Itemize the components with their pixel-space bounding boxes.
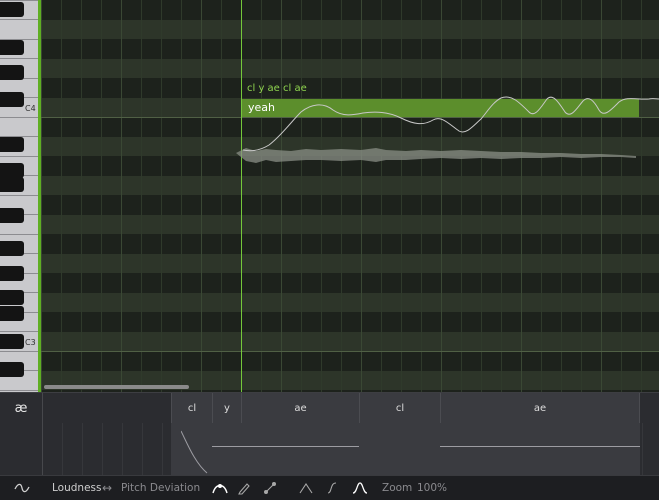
black-key[interactable] (0, 163, 24, 178)
phoneme-cell[interactable]: cl (171, 393, 212, 423)
lane-gridline (142, 423, 143, 476)
phoneme-cell[interactable]: ae (241, 393, 359, 423)
phoneme-duration-line (212, 446, 359, 447)
white-key-divider (0, 331, 38, 332)
black-key[interactable] (0, 40, 24, 55)
curve-wave-icon[interactable] (14, 476, 30, 500)
key-label-c4: C4 (25, 104, 36, 113)
black-key[interactable] (0, 92, 24, 107)
black-key[interactable] (0, 137, 24, 152)
phoneme-cell[interactable]: cl (359, 393, 440, 423)
pencil-tool-icon[interactable] (237, 476, 251, 500)
black-key[interactable] (0, 177, 24, 192)
phoneme-duration-line (440, 446, 640, 447)
white-key-divider (0, 0, 38, 1)
black-key[interactable] (0, 334, 24, 349)
lane-gridline (102, 423, 103, 476)
black-key[interactable] (0, 208, 24, 223)
pitch-and-waveform-overlay (236, 96, 659, 163)
white-key-divider (0, 58, 38, 59)
pitch-curve (242, 96, 659, 152)
phoneme-lane-icon[interactable]: æ (0, 393, 42, 423)
lane-gridline (162, 423, 163, 476)
piano-roll-editor: C4 C3 cl y ae cl ae yeah æ cl y ae cl ae (0, 0, 659, 500)
lane-gridline (82, 423, 83, 476)
lane-gridline (122, 423, 123, 476)
white-key-divider (0, 19, 38, 20)
white-key-divider (0, 351, 38, 352)
black-key[interactable] (0, 306, 24, 321)
lane-gridline (642, 423, 643, 476)
black-key[interactable] (0, 266, 24, 281)
parameter-secondary[interactable]: Pitch Deviation (121, 476, 200, 500)
white-key-divider (0, 195, 38, 196)
curve-peak-icon[interactable] (298, 476, 314, 500)
phoneme-envelope (181, 430, 208, 474)
parameter-primary[interactable]: Loudness (52, 476, 101, 500)
white-key-divider (0, 117, 38, 118)
black-key[interactable] (0, 241, 24, 256)
zoom-value[interactable]: 100% (417, 476, 447, 500)
bottom-toolbar: Loudness ↔ Pitch Deviation Zoom 100% (0, 475, 659, 500)
lane-gridline (62, 423, 63, 476)
curve-s-icon[interactable] (325, 476, 339, 500)
waveform (236, 148, 636, 163)
phoneme-cell[interactable]: ae (440, 393, 640, 423)
white-key-divider (0, 234, 38, 235)
swap-parameters-icon[interactable]: ↔ (102, 476, 112, 500)
horizontal-scrollbar[interactable] (44, 385, 189, 389)
black-key[interactable] (0, 65, 24, 80)
note-grid[interactable]: cl y ae cl ae yeah (41, 0, 659, 392)
black-key[interactable] (0, 290, 24, 305)
zoom-label: Zoom (382, 482, 413, 494)
white-key-divider (0, 390, 38, 391)
phoneme-cell[interactable]: y (212, 393, 241, 423)
line-tool-icon[interactable] (263, 476, 277, 500)
select-tool-icon[interactable] (211, 476, 229, 500)
key-label-c3: C3 (25, 338, 36, 347)
piano-keyboard[interactable]: C4 C3 (0, 0, 38, 392)
black-key[interactable] (0, 362, 24, 377)
phoneme-lane: æ cl y ae cl ae (0, 392, 659, 476)
black-key[interactable] (0, 2, 24, 17)
curve-bell-icon[interactable] (352, 476, 368, 500)
lane-divider (42, 393, 43, 476)
white-key-divider (0, 156, 38, 157)
